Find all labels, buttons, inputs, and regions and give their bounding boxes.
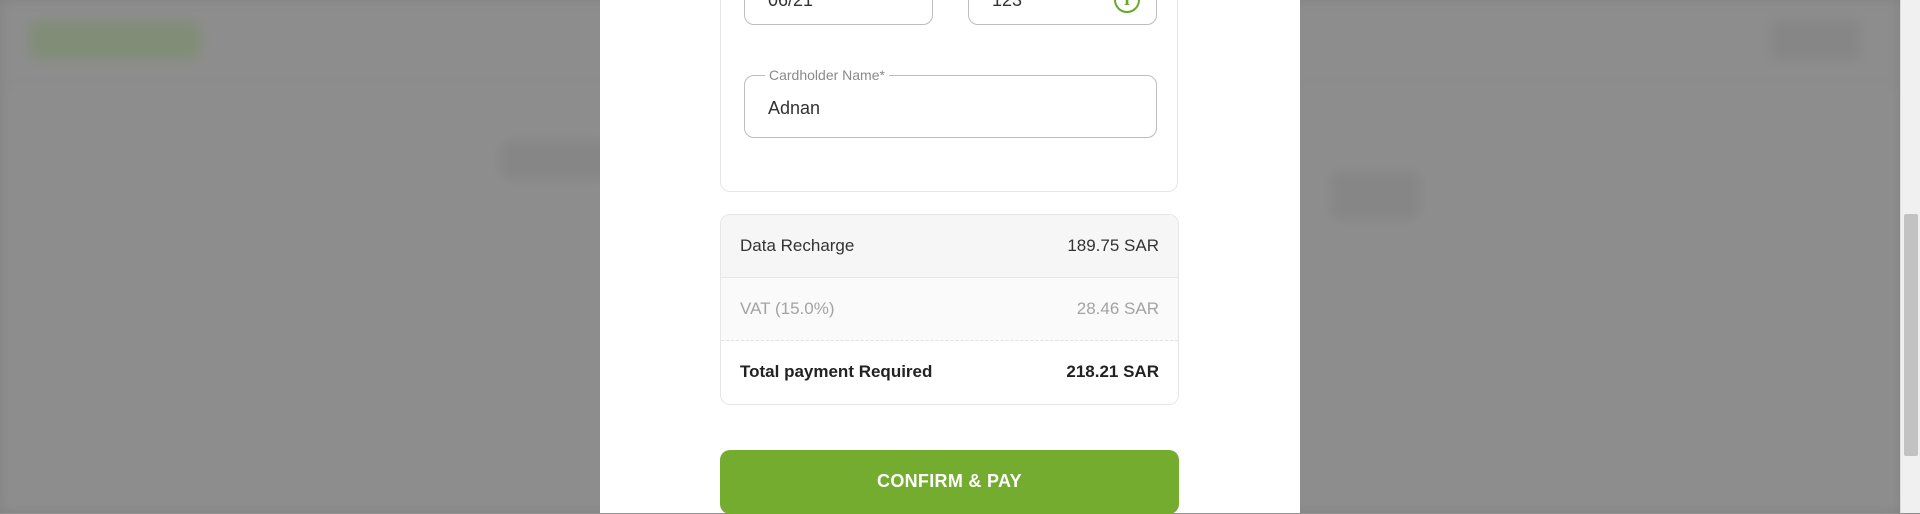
- cvv-field[interactable]: 123 i: [968, 0, 1157, 25]
- cardholder-name-field[interactable]: Cardholder Name* Adnan: [744, 67, 1157, 138]
- summary-amount: 28.46 SAR: [1076, 299, 1159, 318]
- summary-row-vat: VAT (15.0%) 28.46 SAR: [721, 278, 1178, 341]
- cvv-value: 123: [992, 0, 1023, 10]
- card-details-form: 06/21 123 i Cardholder Name* Adnan: [720, 0, 1178, 192]
- info-icon[interactable]: i: [1114, 0, 1140, 13]
- summary-label: VAT (15.0%): [740, 299, 835, 318]
- summary-label: Total payment Required: [740, 362, 933, 381]
- summary-row-total: Total payment Required 218.21 SAR: [721, 341, 1178, 404]
- payment-summary: Data Recharge 189.75 SAR VAT (15.0%) 28.…: [720, 214, 1179, 405]
- cardholder-name-label: Cardholder Name*: [765, 67, 889, 83]
- summary-label: Data Recharge: [740, 236, 855, 255]
- confirm-pay-button[interactable]: CONFIRM & PAY: [720, 450, 1179, 514]
- vertical-scrollbar[interactable]: [1900, 0, 1920, 513]
- payment-modal: 06/21 123 i Cardholder Name* Adnan Data …: [600, 0, 1300, 514]
- summary-row-data-recharge: Data Recharge 189.75 SAR: [721, 215, 1178, 278]
- expiry-date-value: 06/21: [768, 0, 814, 10]
- expiry-date-field[interactable]: 06/21: [744, 0, 933, 25]
- scrollbar-thumb[interactable]: [1904, 214, 1918, 456]
- cardholder-name-value: Adnan: [768, 98, 821, 118]
- summary-amount: 218.21 SAR: [1066, 362, 1159, 381]
- summary-amount: 189.75 SAR: [1067, 236, 1159, 255]
